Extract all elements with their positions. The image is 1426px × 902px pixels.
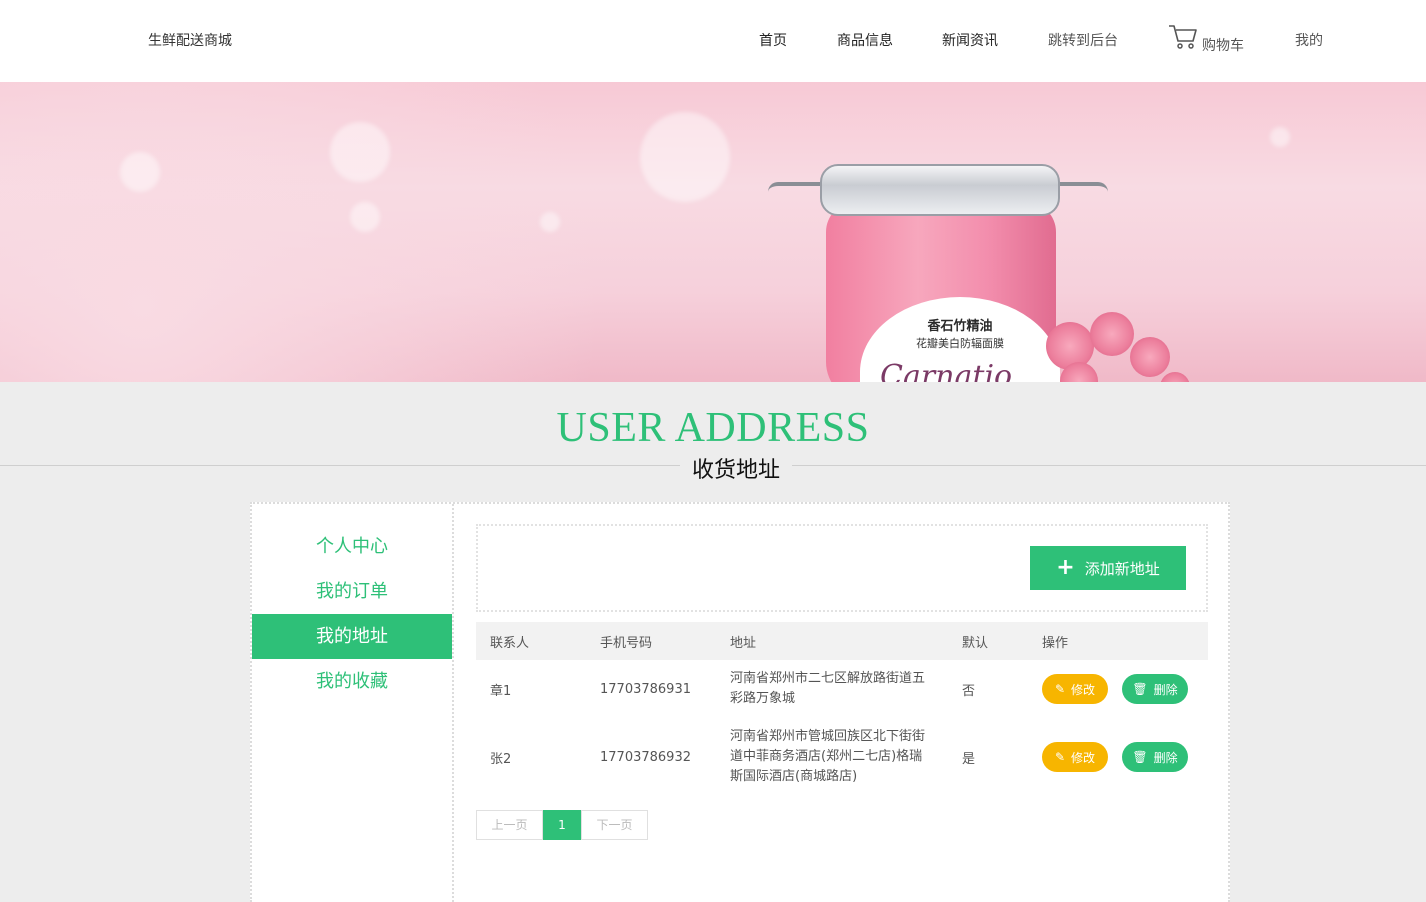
jar-label-title: 香石竹精油 bbox=[927, 319, 993, 334]
cart-label: 购物车 bbox=[1202, 38, 1244, 54]
cell-contact: 张2 bbox=[490, 751, 512, 767]
col-contact: 联系人 bbox=[490, 635, 530, 651]
bokeh-light bbox=[120, 152, 160, 192]
delete-button[interactable]: 🗑 删除 bbox=[1122, 742, 1188, 772]
bokeh-light bbox=[640, 112, 730, 202]
trash-icon: 🗑 bbox=[1132, 750, 1148, 764]
table-header-row: 联系人 手机号码 地址 默认 操作 bbox=[476, 622, 1208, 660]
sidebar-item-orders[interactable]: 我的订单 bbox=[252, 569, 452, 614]
sidebar-item-favorites[interactable]: 我的收藏 bbox=[252, 659, 452, 704]
section-title-cn: 收货地址 bbox=[680, 452, 793, 484]
section-title: USER ADDRESS 收货地址 bbox=[0, 382, 1426, 500]
add-address-button[interactable]: + 添加新地址 bbox=[1030, 546, 1186, 590]
nav-home[interactable]: 首页 bbox=[759, 30, 787, 50]
edit-button[interactable]: ✎ 修改 bbox=[1042, 674, 1108, 704]
add-address-label: 添加新地址 bbox=[1084, 559, 1160, 578]
pencil-icon: ✎ bbox=[1054, 750, 1066, 764]
address-table: 联系人 手机号码 地址 默认 操作 章1 17703786931 河南省郑州市二… bbox=[476, 622, 1208, 796]
nav-news[interactable]: 新闻资讯 bbox=[942, 30, 998, 50]
address-content: 个人中心 我的订单 我的地址 我的收藏 + 添加新地址 联系人 手机号码 地址 … bbox=[250, 502, 1230, 902]
trash-icon: 🗑 bbox=[1132, 682, 1148, 696]
bokeh-light bbox=[540, 212, 560, 232]
cell-phone: 17703786931 bbox=[600, 681, 691, 697]
rose-flower bbox=[1130, 337, 1170, 377]
col-phone: 手机号码 bbox=[600, 635, 653, 651]
bokeh-light bbox=[350, 202, 380, 232]
delete-button[interactable]: 🗑 删除 bbox=[1122, 674, 1188, 704]
cell-actions: ✎ 修改 🗑 删除 bbox=[1028, 660, 1208, 718]
col-address: 地址 bbox=[730, 635, 757, 651]
address-panel: + 添加新地址 联系人 手机号码 地址 默认 操作 章1 17703786931… bbox=[476, 524, 1208, 840]
jar-lid bbox=[820, 164, 1060, 216]
sidebar-item-profile[interactable]: 个人中心 bbox=[252, 524, 452, 569]
table-row: 章1 17703786931 河南省郑州市二七区解放路街道五彩路万象城 否 ✎ … bbox=[476, 660, 1208, 718]
edit-label: 修改 bbox=[1071, 682, 1096, 697]
cell-default: 是 bbox=[962, 751, 976, 767]
address-toolbar: + 添加新地址 bbox=[476, 524, 1208, 612]
nav-products[interactable]: 商品信息 bbox=[837, 30, 893, 50]
cell-address: 河南省郑州市管城回族区北下街街道中菲商务酒店(郑州二七店)格瑞斯国际酒店(商城路… bbox=[730, 729, 926, 784]
nav-admin[interactable]: 跳转到后台 bbox=[1048, 30, 1118, 50]
section-title-en: USER ADDRESS bbox=[556, 405, 870, 451]
cart-link[interactable]: 购物车 bbox=[1168, 24, 1244, 54]
sidebar-item-address[interactable]: 我的地址 bbox=[252, 614, 452, 659]
pencil-icon: ✎ bbox=[1054, 682, 1066, 696]
delete-label: 删除 bbox=[1153, 750, 1178, 765]
cell-actions: ✎ 修改 🗑 删除 bbox=[1028, 718, 1208, 796]
edit-label: 修改 bbox=[1071, 750, 1096, 765]
top-header: 生鲜配送商城 首页 商品信息 新闻资讯 跳转到后台 我的 购物车 bbox=[0, 0, 1426, 82]
col-actions: 操作 bbox=[1042, 635, 1069, 651]
cart-icon bbox=[1168, 24, 1198, 54]
nav-mine[interactable]: 我的 bbox=[1295, 30, 1323, 50]
prev-page-button[interactable]: 上一页 bbox=[476, 810, 543, 840]
pagination: 上一页 1 下一页 bbox=[476, 810, 1208, 840]
cell-phone: 17703786932 bbox=[600, 749, 691, 765]
delete-label: 删除 bbox=[1153, 682, 1178, 697]
hero-banner: 香石竹精油 花瓣美白防辐面膜 Carnatio bbox=[0, 82, 1426, 382]
rose-flower bbox=[1160, 372, 1190, 382]
jar-label-script: Carnatio bbox=[880, 359, 1013, 382]
user-sidebar: 个人中心 我的订单 我的地址 我的收藏 bbox=[252, 504, 454, 902]
bokeh-light bbox=[330, 122, 390, 182]
rose-flower bbox=[1090, 312, 1134, 356]
page-number-current[interactable]: 1 bbox=[543, 810, 581, 840]
col-default: 默认 bbox=[962, 635, 989, 651]
cell-contact: 章1 bbox=[490, 683, 512, 699]
product-jar-image: 香石竹精油 花瓣美白防辐面膜 Carnatio bbox=[760, 122, 1220, 382]
table-row: 张2 17703786932 河南省郑州市管城回族区北下街街道中菲商务酒店(郑州… bbox=[476, 718, 1208, 796]
edit-button[interactable]: ✎ 修改 bbox=[1042, 742, 1108, 772]
next-page-button[interactable]: 下一页 bbox=[581, 810, 648, 840]
plus-icon: + bbox=[1056, 555, 1075, 580]
cell-address: 河南省郑州市二七区解放路街道五彩路万象城 bbox=[730, 671, 926, 706]
cell-default: 否 bbox=[962, 683, 976, 699]
jar-label-subtitle: 花瓣美白防辐面膜 bbox=[916, 337, 1004, 350]
bokeh-light bbox=[1270, 127, 1290, 147]
